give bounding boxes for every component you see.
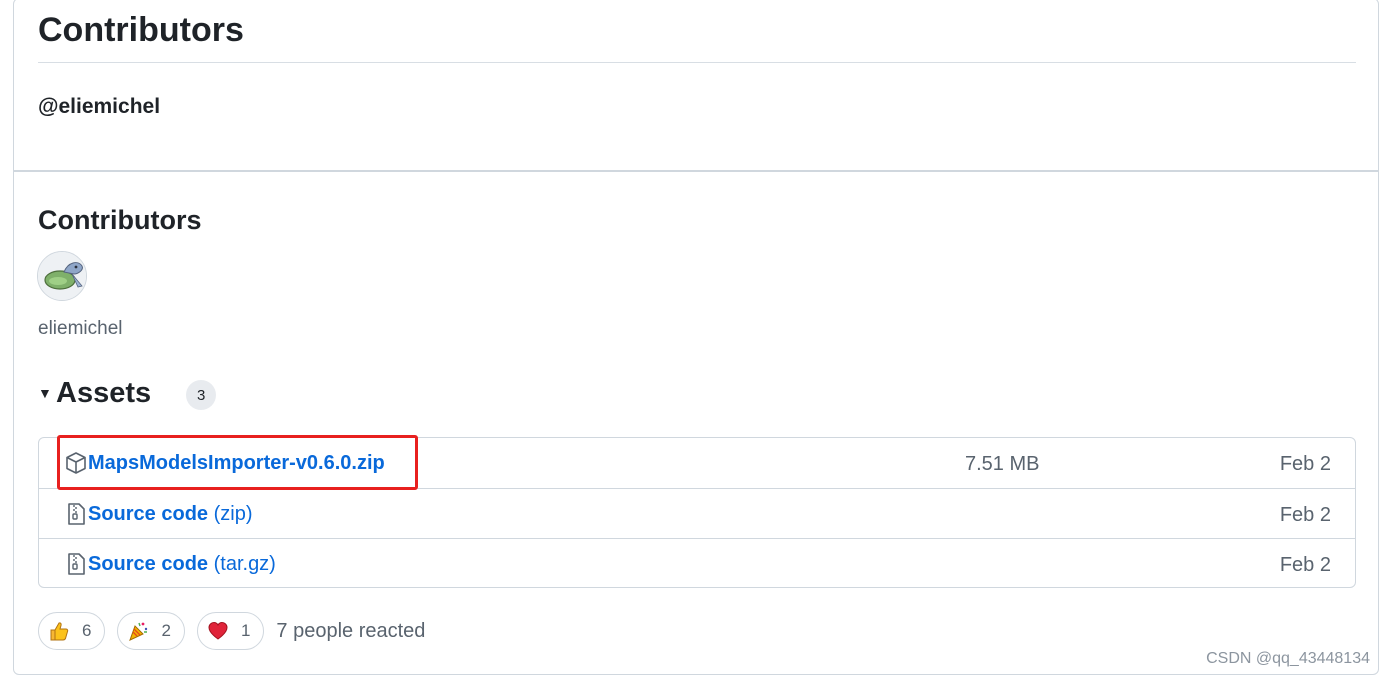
reaction-count: 2 [161, 621, 171, 640]
asset-name: Source code [88, 503, 209, 525]
asset-name: Source code [88, 553, 209, 575]
asset-format: (zip) [213, 503, 253, 525]
file-zip-icon [65, 552, 87, 576]
asset-row: Source code (zip) Feb 2 [39, 488, 1355, 538]
asset-date: Feb 2 [1279, 453, 1331, 475]
reaction-heart-button[interactable]: 1 [196, 612, 265, 650]
asset-date: Feb 2 [1279, 504, 1331, 526]
source-code-targz-link[interactable]: Source code (tar.gz) [88, 551, 276, 577]
heart-icon [207, 620, 229, 642]
contributors-heading: Contributors [38, 205, 202, 235]
party-popper-icon [127, 620, 149, 642]
assets-heading: Assets [56, 377, 152, 409]
avatar-image [38, 252, 86, 300]
avatar[interactable] [37, 251, 87, 301]
reaction-hooray-button[interactable]: 2 [117, 612, 185, 650]
caret-down-icon: ▼ [38, 385, 52, 401]
asset-size: 7.51 MB [965, 453, 1040, 475]
contributor-name[interactable]: eliemichel [38, 317, 122, 341]
contributor-mention[interactable]: @eliemichel [38, 93, 160, 121]
assets-count-badge: 3 [186, 380, 217, 410]
divider [38, 62, 1356, 63]
file-zip-icon [65, 502, 87, 526]
section-divider [14, 170, 1379, 172]
reaction-count: 1 [240, 621, 251, 640]
assets-toggle[interactable]: ▼ Assets 3 [38, 375, 217, 411]
reactions-summary: 7 people reacted [276, 619, 426, 642]
reaction-thumbs-up-button[interactable]: 6 [38, 612, 106, 650]
thumbs-up-icon [48, 620, 70, 642]
watermark-text: CSDN @qq_43448134 [1206, 650, 1370, 667]
section-title: Contributors [38, 11, 244, 49]
source-code-zip-link[interactable]: Source code (zip) [88, 501, 253, 527]
asset-row: Source code (tar.gz) Feb 2 [39, 538, 1355, 587]
asset-date: Feb 2 [1279, 554, 1331, 576]
highlight-annotation-box [57, 435, 418, 490]
reaction-count: 6 [82, 621, 92, 640]
reactions-bar: 6 2 1 7 people reacted [38, 612, 425, 650]
asset-format: (tar.gz) [213, 553, 276, 575]
